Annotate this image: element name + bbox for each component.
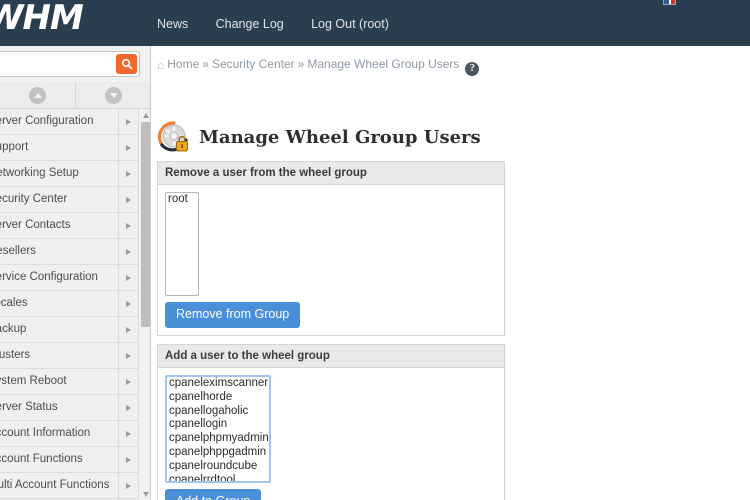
home-icon: ⌂	[157, 58, 165, 72]
sidebar-item-server-status[interactable]: Server Status	[0, 395, 138, 421]
chevron-right-icon[interactable]	[118, 447, 138, 472]
sidebar-item-label: Account Information	[0, 427, 91, 439]
sidebar-item-label: Security Center	[0, 193, 68, 205]
chevron-right-icon[interactable]	[118, 239, 138, 264]
sidebar-item-label: System Reboot	[0, 375, 67, 387]
breadcrumb: ⌂ Home» Security Center» Manage Wheel Group…	[157, 57, 480, 76]
search-icon[interactable]	[116, 54, 137, 74]
sidebar-item-multi-account-functions[interactable]: Multi Account Functions	[0, 473, 138, 499]
chevron-right-icon[interactable]	[118, 265, 138, 290]
sidebar-item-label: Server Contacts	[0, 219, 71, 231]
sidebar-item-server-configuration[interactable]: Server Configuration	[0, 109, 138, 135]
chevron-up-circle-icon	[29, 86, 46, 104]
chevron-right-icon[interactable]	[118, 213, 138, 238]
sidebar-toggles	[0, 82, 150, 109]
sidebar-item-support[interactable]: Support	[0, 135, 138, 161]
user-option[interactable]: cpanelhorde	[167, 391, 269, 405]
chevron-right-icon[interactable]	[118, 291, 138, 316]
page-title: Manage Wheel Group Users	[199, 126, 481, 148]
scroll-down-icon[interactable]	[139, 488, 150, 500]
sidebar-item-resellers[interactable]: Resellers	[0, 239, 138, 265]
sidebar-item-label: Backup	[0, 323, 27, 335]
scroll-up-icon[interactable]	[139, 109, 150, 121]
remove-panel-body: root Remove from Group	[158, 185, 504, 335]
user-option[interactable]: cpanellogin	[167, 418, 269, 432]
add-user-panel: Add a user to the wheel group cpanelexim…	[157, 344, 505, 500]
sidebar-item-label: Server Configuration	[0, 115, 94, 127]
whm-logo[interactable]: WHM	[0, 1, 84, 35]
search-input[interactable]	[0, 55, 105, 73]
sidebar-item-label: Server Status	[0, 401, 58, 413]
chevron-right-icon[interactable]	[118, 369, 138, 394]
chevron-right-icon[interactable]	[118, 343, 138, 368]
wheel-lock-icon	[157, 120, 191, 154]
chevron-right-icon[interactable]	[118, 473, 138, 498]
scrollbar-thumb[interactable]	[141, 122, 150, 327]
add-user-select[interactable]: cpaneleximscannercpanelhordecpanellogaho…	[165, 375, 271, 483]
sidebar-item-server-contacts[interactable]: Server Contacts	[0, 213, 138, 239]
help-icon[interactable]: ?	[465, 62, 480, 76]
flag-icon[interactable]	[663, 0, 676, 5]
breadcrumb-item-current: Manage Wheel Group Users	[307, 57, 460, 71]
user-option[interactable]: cpanelphppgadmin	[167, 446, 269, 460]
remove-user-panel: Remove a user from the wheel group root …	[157, 161, 505, 336]
user-option[interactable]: root	[166, 193, 198, 207]
sidebar-item-label: Resellers	[0, 245, 36, 257]
nav-link-log-out[interactable]: Log Out (root)	[311, 17, 389, 31]
add-to-group-button[interactable]: Add to Group	[165, 489, 262, 500]
breadcrumb-item-security-center[interactable]: Security Center	[212, 57, 295, 71]
breadcrumb-separator: »	[202, 57, 209, 71]
sidebar-item-clusters[interactable]: Clusters	[0, 343, 138, 369]
remove-from-group-button[interactable]: Remove from Group	[165, 302, 301, 328]
add-panel-heading: Add a user to the wheel group	[158, 345, 504, 368]
chevron-right-icon[interactable]	[118, 421, 138, 446]
sidebar-item-label: Service Configuration	[0, 271, 98, 283]
page-header: Manage Wheel Group Users	[157, 118, 481, 156]
sidebar-item-label: Account Functions	[0, 453, 83, 465]
sidebar-item-account-information[interactable]: Account Information	[0, 421, 138, 447]
chevron-right-icon[interactable]	[118, 109, 138, 134]
add-panel-body: cpaneleximscannercpanelhordecpanellogaho…	[158, 368, 504, 500]
sidebar-search	[0, 51, 140, 77]
user-option[interactable]: cpanelphpmyadmin	[167, 432, 269, 446]
chevron-down-circle-icon	[105, 86, 122, 104]
remove-panel-heading: Remove a user from the wheel group	[158, 162, 504, 185]
sidebar-item-backup[interactable]: Backup	[0, 317, 138, 343]
sidebar-item-account-functions[interactable]: Account Functions	[0, 447, 138, 473]
nav-link-change-log[interactable]: Change Log	[216, 17, 284, 31]
chevron-right-icon[interactable]	[118, 161, 138, 186]
chevron-right-icon[interactable]	[118, 317, 138, 342]
chevron-right-icon[interactable]	[118, 187, 138, 212]
remove-user-select[interactable]: root	[165, 192, 199, 296]
user-option[interactable]: cpanellogaholic	[167, 405, 269, 419]
main-content: ⌂ Home» Security Center» Manage Wheel Group…	[152, 46, 750, 500]
sidebar-menu: Server Configuration Support Networking Se…	[0, 109, 138, 500]
sidebar-item-label: Locales	[0, 297, 28, 309]
sidebar-scrollbar[interactable]	[138, 109, 150, 500]
collapse-all-button[interactable]	[0, 82, 76, 109]
nav-link-news[interactable]: News	[157, 17, 188, 31]
chevron-right-icon[interactable]	[118, 395, 138, 420]
top-header-bar: WHM News Change Log Log Out (root)	[0, 0, 750, 46]
top-navigation: News Change Log Log Out (root)	[157, 17, 413, 37]
sidebar-item-system-reboot[interactable]: System Reboot	[0, 369, 138, 395]
breadcrumb-separator: »	[297, 57, 305, 71]
sidebar-item-security-center[interactable]: Security Center	[0, 187, 138, 213]
sidebar: Server Configuration Support Networking Se…	[0, 46, 151, 500]
user-option[interactable]: cpanelroundcube	[167, 460, 269, 474]
user-option[interactable]: cpanelrrdtool	[167, 474, 269, 483]
sidebar-item-label: Clusters	[0, 349, 31, 361]
user-option[interactable]: cpaneleximscanner	[167, 377, 269, 391]
sidebar-item-label: Multi Account Functions	[0, 479, 110, 491]
breadcrumb-item-home[interactable]: Home	[167, 57, 199, 71]
expand-all-button[interactable]	[76, 82, 150, 109]
sidebar-item-locales[interactable]: Locales	[0, 291, 138, 317]
sidebar-item-networking-setup[interactable]: Networking Setup	[0, 161, 138, 187]
chevron-right-icon[interactable]	[118, 135, 138, 160]
sidebar-item-label: Support	[0, 141, 29, 153]
sidebar-item-service-configuration[interactable]: Service Configuration	[0, 265, 138, 291]
sidebar-item-label: Networking Setup	[0, 167, 79, 179]
